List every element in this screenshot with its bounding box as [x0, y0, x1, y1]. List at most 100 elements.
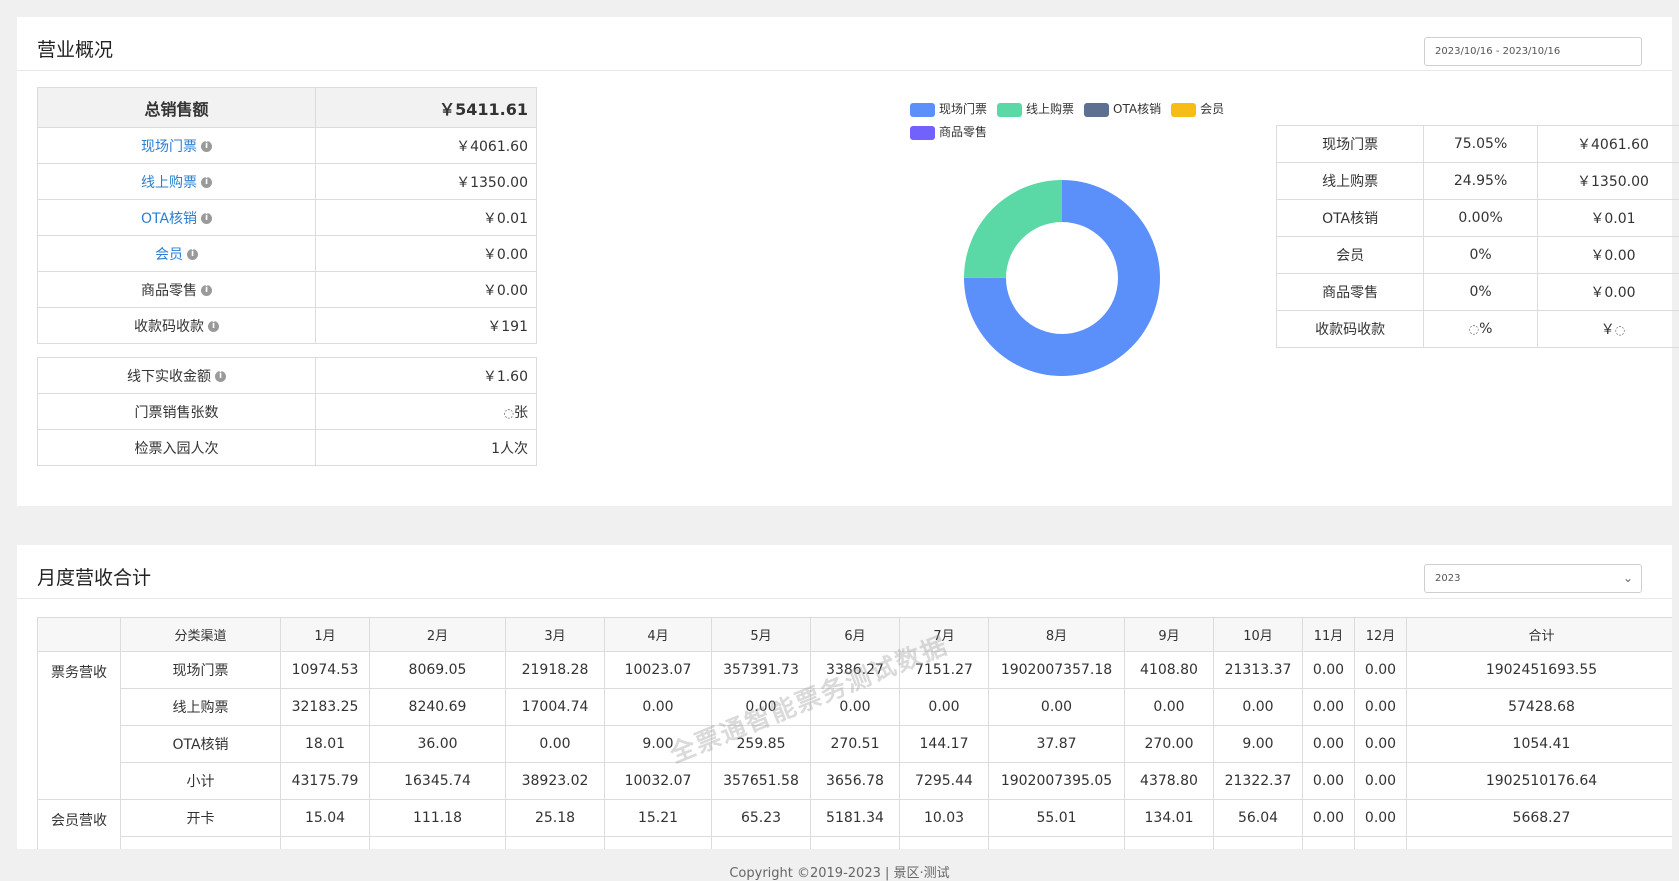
share-row: 商品零售0% ￥0.00 — [1277, 274, 1679, 311]
column-header: 11月 — [1303, 618, 1355, 652]
share-amount-cell: ￥4061.60 — [1537, 126, 1679, 163]
value-cell: 134.01 — [1125, 800, 1214, 837]
value-cell: 15.04 — [281, 800, 370, 837]
group-label: 票务营收 — [38, 652, 121, 800]
value-cell: 17004.74 — [506, 689, 605, 726]
divider — [17, 598, 1672, 599]
value-cell: 111.18 — [370, 800, 506, 837]
summary2-row: 检票入园人次1人次 — [38, 430, 537, 466]
share-amount: ￥4061.60 — [1577, 137, 1649, 153]
summary-value: ￥0.00 — [316, 272, 537, 308]
value-cell: 270.00 — [1125, 726, 1214, 763]
channel-cell: OTA核销 — [121, 726, 281, 763]
value-cell: 1054.41 — [1407, 726, 1673, 763]
summary-link[interactable]: 线上购票 — [141, 175, 197, 191]
summary-link[interactable]: OTA核销 — [141, 211, 197, 227]
value-cell: 259.85 — [712, 726, 811, 763]
value-cell: 0.00 — [989, 689, 1125, 726]
date-range-picker[interactable]: 2023/10/16 - 2023/10/16 — [1424, 37, 1642, 66]
summary-link[interactable]: 会员 — [155, 247, 183, 263]
year-select[interactable]: 2023 ⌄ — [1424, 564, 1642, 593]
value-cell — [1407, 837, 1673, 850]
share-percent-cell: ◌% — [1424, 311, 1538, 348]
value-cell: 0.00 — [1303, 726, 1355, 763]
year-select-value: 2023 — [1435, 573, 1460, 584]
info-icon[interactable]: i — [201, 285, 212, 296]
summary-label: 收款码收款 — [134, 319, 204, 335]
share-percent-cell: 0% — [1424, 274, 1538, 311]
value-cell — [712, 837, 811, 850]
value-cell: 8069.05 — [370, 652, 506, 689]
share-row: 线上购票 24.95% ￥1350.00 — [1277, 163, 1679, 200]
summary-header-row: 总销售额 ￥5411.61 — [38, 88, 537, 128]
summary-label: 商品零售 — [141, 283, 197, 299]
column-header: 1月 — [281, 618, 370, 652]
sales-share-table: 现场门票75.05%￥4061.60线上购票24.95%￥1350.00OTA核… — [1276, 125, 1679, 348]
summary-row: 商品零售 i ￥0.00 — [38, 272, 537, 308]
share-amount-cell: ￥1350.00 — [1537, 163, 1679, 200]
value-cell: 18.01 — [281, 726, 370, 763]
value-cell: 36.00 — [370, 726, 506, 763]
summary-link[interactable]: 现场门票 — [141, 139, 197, 155]
value-cell — [989, 837, 1125, 850]
share-name: 线上购票 — [1277, 163, 1424, 200]
column-header: 9月 — [1125, 618, 1214, 652]
channel-cell: 现场门票 — [121, 652, 281, 689]
value-cell: 56.04 — [1214, 800, 1303, 837]
summary2-label: 门票销售张数 — [135, 405, 219, 421]
value-cell: 57428.68 — [1407, 689, 1673, 726]
value-cell: 10974.53 — [281, 652, 370, 689]
summary2-row: 门票销售张数 ◌张 — [38, 394, 537, 430]
legend-swatch — [997, 103, 1022, 117]
summary2-row: 线下实收金额i￥1.60 — [38, 358, 537, 394]
value-cell: 10023.07 — [605, 652, 712, 689]
info-icon[interactable]: i — [201, 213, 212, 224]
legend-item[interactable]: 商品零售 — [910, 123, 987, 140]
legend-item[interactable]: 会员 — [1171, 100, 1224, 117]
value-cell — [900, 837, 989, 850]
share-percent: 24.95% — [1454, 173, 1507, 189]
column-header: 6月 — [811, 618, 900, 652]
info-icon[interactable]: i — [208, 321, 219, 332]
loading-spinner-icon: ◌ — [1469, 322, 1479, 336]
legend-item[interactable]: 现场门票 — [910, 100, 987, 117]
value-cell: 3386.27 — [811, 652, 900, 689]
summary2-label: 检票入园人次 — [135, 441, 219, 457]
summary2-value: 张 — [514, 405, 528, 421]
monthly-title: 月度营收合计 — [37, 563, 151, 590]
info-icon[interactable]: i — [201, 177, 212, 188]
column-header: 2月 — [370, 618, 506, 652]
value-cell: 4108.80 — [1125, 652, 1214, 689]
value-cell: 0.00 — [1214, 689, 1303, 726]
share-percent-cell: 24.95% — [1424, 163, 1538, 200]
summary-row: OTA核销i￥0.01 — [38, 200, 537, 236]
legend-item[interactable]: 线上购票 — [997, 100, 1074, 117]
table-row: 小计43175.7916345.7438923.0210032.07357651… — [38, 763, 1673, 800]
monthly-panel: 月度营收合计 2023 ⌄ 分类渠道1月2月3月4月5月6月7月8月9月10月1… — [17, 545, 1672, 849]
value-cell: 38923.02 — [506, 763, 605, 800]
info-icon[interactable]: i — [201, 141, 212, 152]
share-amount: ￥ — [1601, 322, 1615, 338]
value-cell: 0.00 — [1125, 689, 1214, 726]
share-row: OTA核销0.00%￥0.01 — [1277, 200, 1679, 237]
column-header: 12月 — [1355, 618, 1407, 652]
value-cell: 0.00 — [811, 689, 900, 726]
value-cell: 0.00 — [1355, 726, 1407, 763]
share-name: 现场门票 — [1277, 126, 1424, 163]
summary2-value-cell: ◌张 — [316, 394, 537, 430]
value-cell — [506, 837, 605, 850]
info-icon[interactable]: i — [215, 371, 226, 382]
info-icon[interactable]: i — [187, 249, 198, 260]
value-cell: 65.23 — [712, 800, 811, 837]
share-name: 收款码收款 — [1277, 311, 1424, 348]
summary2-label-cell: 检票入园人次 — [38, 430, 316, 466]
column-header: 10月 — [1214, 618, 1303, 652]
sales-summary-table: 总销售额 ￥5411.61 现场门票i￥4061.60线上购票i￥1350.00… — [37, 87, 537, 344]
share-name: 商品零售 — [1277, 274, 1424, 311]
donut-slice-线上购票[interactable] — [964, 180, 1062, 278]
legend-label: 现场门票 — [939, 102, 987, 116]
table-row-partial — [38, 837, 1673, 850]
legend-item[interactable]: OTA核销 — [1084, 100, 1161, 117]
legend-label: 会员 — [1200, 102, 1224, 116]
share-amount: ￥0.00 — [1590, 285, 1635, 301]
